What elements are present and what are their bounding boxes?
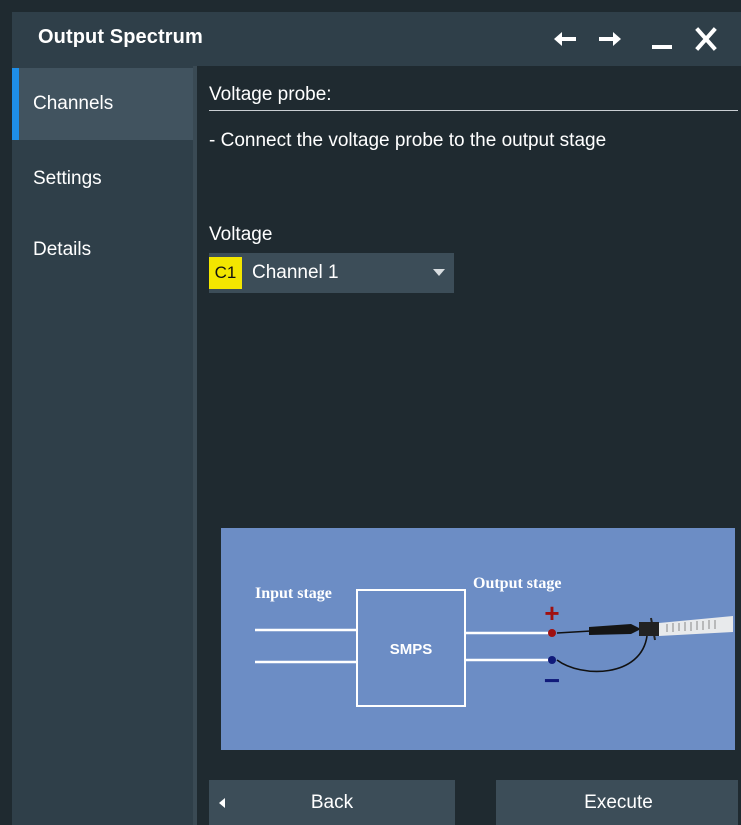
output-stage-label: Output stage bbox=[473, 575, 561, 592]
sidebar-item-label: Channels bbox=[33, 93, 114, 114]
section-divider bbox=[209, 110, 741, 111]
minimize-icon bbox=[652, 45, 672, 49]
sidebar-item-label: Settings bbox=[33, 168, 102, 189]
back-button[interactable]: Back bbox=[209, 780, 455, 825]
voltage-label: Voltage bbox=[209, 224, 273, 245]
window-title: Output Spectrum bbox=[38, 26, 203, 48]
sidebar-item-label: Details bbox=[33, 239, 92, 260]
negative-terminal bbox=[548, 656, 556, 664]
arrow-right-icon bbox=[599, 32, 621, 46]
close-icon bbox=[695, 27, 717, 51]
input-stage-label: Input stage bbox=[255, 585, 332, 602]
execute-button-label: Execute bbox=[584, 792, 653, 813]
arrow-left-small-icon bbox=[219, 798, 225, 808]
chevron-down-icon bbox=[433, 269, 445, 276]
title-bar: Output Spectrum bbox=[12, 12, 741, 66]
back-arrow-button[interactable] bbox=[551, 26, 579, 52]
plus-sign: + bbox=[544, 598, 559, 628]
forward-arrow-button[interactable] bbox=[596, 26, 624, 52]
back-button-label: Back bbox=[310, 792, 354, 813]
sidebar-item-details[interactable]: Details bbox=[12, 214, 193, 286]
execute-button[interactable]: Execute bbox=[496, 780, 741, 825]
voltage-channel-select[interactable]: C1 Channel 1 bbox=[209, 253, 454, 293]
instruction-text: - Connect the voltage probe to the outpu… bbox=[209, 130, 607, 151]
probe-connection-diagram: Input stage Output stage SMPS + − bbox=[221, 528, 735, 750]
section-label: Voltage probe: bbox=[209, 84, 332, 105]
sidebar-item-settings[interactable]: Settings bbox=[12, 143, 193, 215]
sidebar-item-channels[interactable]: Channels bbox=[12, 68, 193, 140]
minimize-button[interactable] bbox=[648, 26, 676, 52]
arrow-left-icon bbox=[554, 32, 576, 46]
smps-label: SMPS bbox=[390, 641, 433, 658]
minus-sign: − bbox=[544, 665, 560, 696]
channel-badge: C1 bbox=[209, 257, 242, 289]
positive-terminal bbox=[548, 629, 556, 637]
main-panel: Voltage probe: - Connect the voltage pro… bbox=[197, 66, 741, 825]
sidebar: Channels Settings Details bbox=[12, 66, 193, 825]
channel-name: Channel 1 bbox=[252, 262, 339, 283]
voltage-probe-icon bbox=[556, 616, 733, 673]
close-button[interactable] bbox=[692, 26, 720, 52]
